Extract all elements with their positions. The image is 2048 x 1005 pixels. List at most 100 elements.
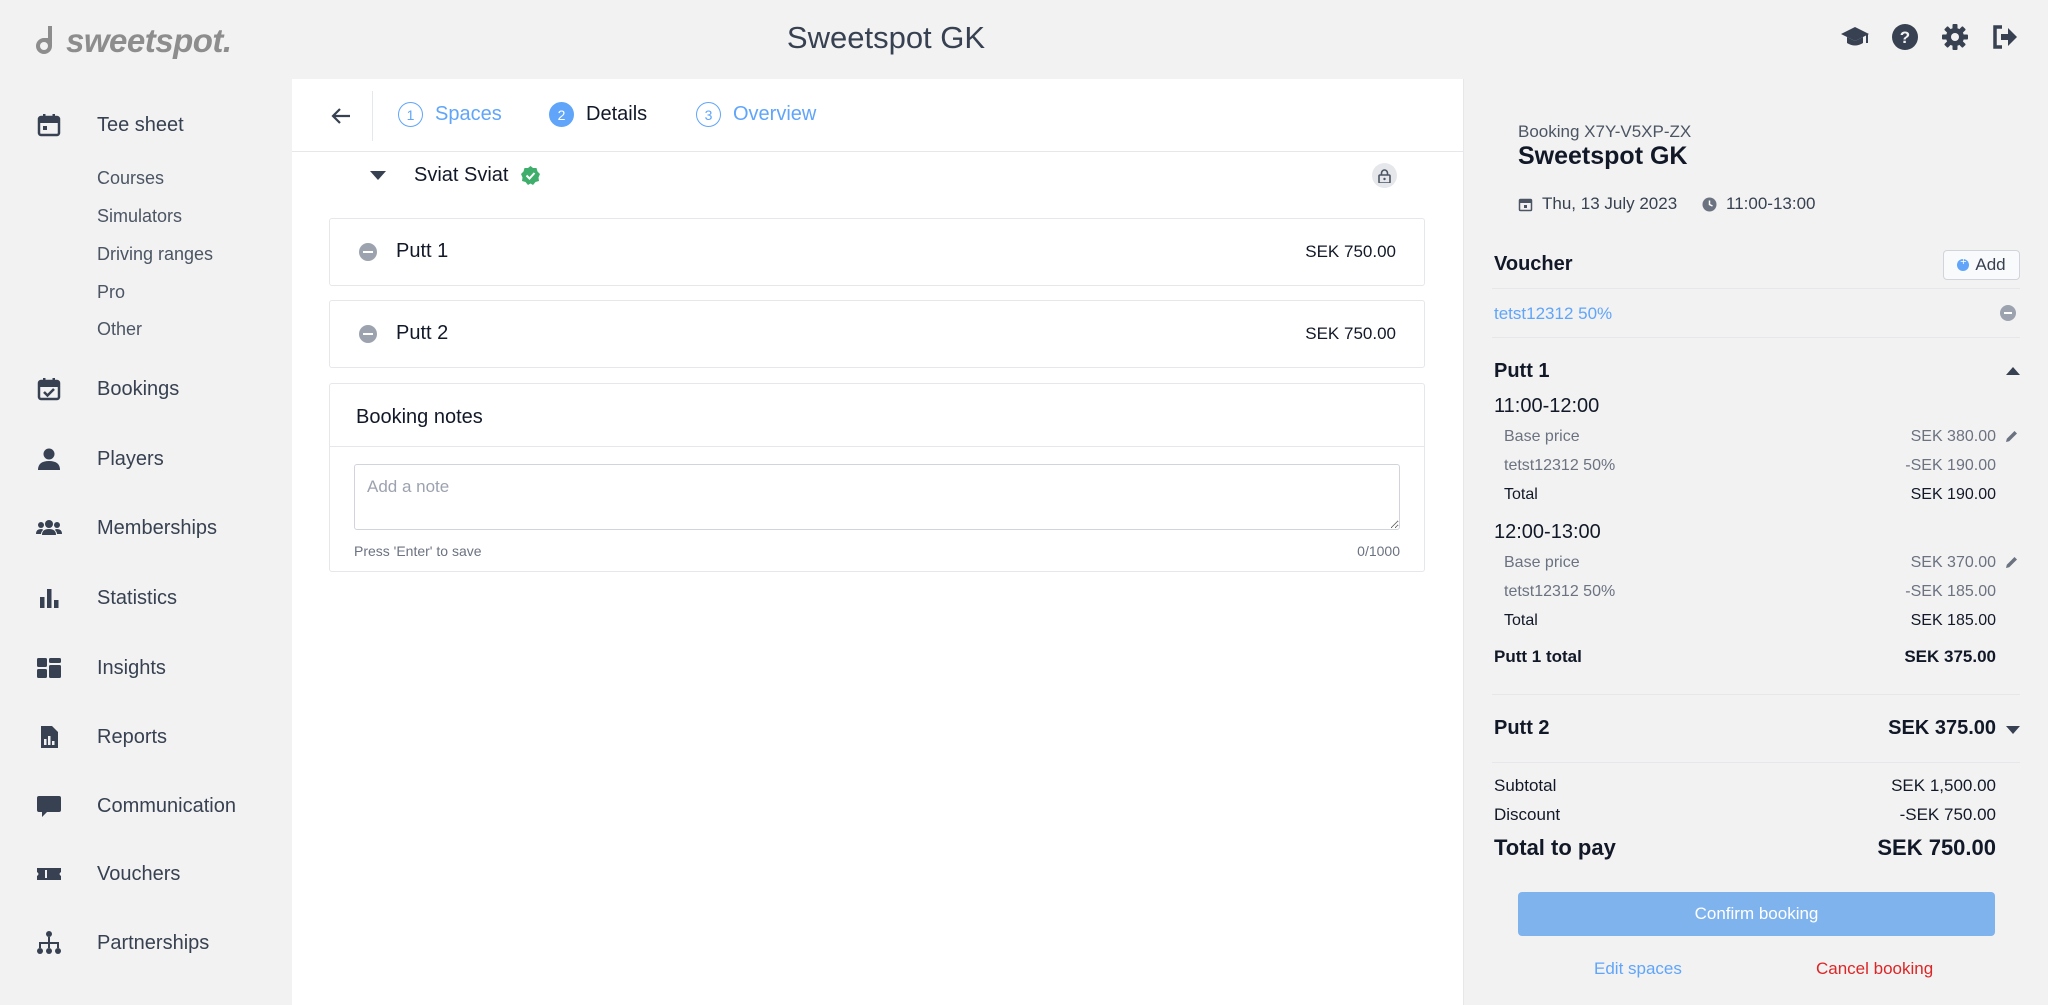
sidebar-item-insights[interactable]: Insights xyxy=(0,646,292,690)
base-price-label: Base price xyxy=(1504,554,1580,571)
calendar-icon xyxy=(1518,198,1533,211)
slot-total-label: Total xyxy=(1504,486,1538,503)
space-name: Putt 1 xyxy=(396,240,449,262)
step-number: 1 xyxy=(398,102,423,127)
notes-title: Booking notes xyxy=(356,406,483,428)
note-input[interactable] xyxy=(354,464,1400,530)
chat-icon xyxy=(36,793,62,819)
divider xyxy=(1492,762,2020,763)
discount-label: tetst12312 50% xyxy=(1504,457,1616,474)
applied-voucher-link[interactable]: tetst12312 50% xyxy=(1494,304,1612,324)
bar-chart-icon xyxy=(36,585,62,611)
slot-total-value: SEK 185.00 xyxy=(1910,612,1996,629)
tab-spaces[interactable]: 1 Spaces xyxy=(398,102,502,127)
cancel-booking-link[interactable]: Cancel booking xyxy=(1816,959,1933,979)
add-voucher-button[interactable]: Add xyxy=(1943,250,2020,280)
time-text: 11:00-13:00 xyxy=(1726,194,1816,213)
add-label: Add xyxy=(1975,255,2006,274)
slot-total-label: Total xyxy=(1504,612,1538,629)
slot-time: 11:00-12:00 xyxy=(1494,395,1600,417)
base-price-value: SEK 380.00 xyxy=(1910,428,1996,445)
remove-space-icon[interactable] xyxy=(359,325,377,343)
sidebar-item-partnerships[interactable]: Partnerships xyxy=(0,921,292,965)
player-row: Sviat Sviat xyxy=(370,164,541,187)
date-text: Thu, 13 July 2023 xyxy=(1542,194,1678,213)
divider xyxy=(1492,288,2020,289)
sidebar-item-tee-sheet[interactable]: Tee sheet xyxy=(0,103,292,147)
total-to-pay-value: SEK 750.00 xyxy=(1877,835,1996,860)
confirm-booking-button[interactable]: Confirm booking xyxy=(1518,892,1995,936)
logout-icon[interactable] xyxy=(1990,22,2020,52)
network-icon xyxy=(36,930,62,956)
voucher-title: Voucher xyxy=(1494,253,1573,275)
divider xyxy=(330,446,1424,447)
booking-date: Thu, 13 July 2023 xyxy=(1518,194,1677,214)
space-card: Putt 2 SEK 750.00 xyxy=(329,300,1425,368)
sidebar-item-vouchers[interactable]: Vouchers xyxy=(0,852,292,896)
sidebar-item-label: Memberships xyxy=(97,516,218,539)
booking-notes-card: Booking notes Press 'Enter' to save 0/10… xyxy=(329,383,1425,572)
subtotal-value: SEK 1,500.00 xyxy=(1891,776,1996,795)
base-price-value: SEK 370.00 xyxy=(1910,554,1996,571)
putt2-title: Putt 2 xyxy=(1494,717,1550,739)
step-label: Details xyxy=(586,103,648,125)
back-arrow-icon[interactable] xyxy=(328,103,354,129)
discount-value: -SEK 185.00 xyxy=(1905,583,1996,600)
svg-text:?: ? xyxy=(1900,28,1910,47)
tab-overview[interactable]: 3 Overview xyxy=(696,102,816,127)
page-title: Sweetspot GK xyxy=(786,20,986,55)
edit-price-icon[interactable] xyxy=(2004,555,2019,570)
settings-icon[interactable] xyxy=(1940,22,1970,52)
edit-price-icon[interactable] xyxy=(2004,429,2019,444)
clock-icon xyxy=(1702,197,1717,211)
putt1-total-value: SEK 375.00 xyxy=(1904,647,1996,666)
sidebar-subitem-courses[interactable]: Courses xyxy=(97,168,164,189)
sidebar-subitem-driving-ranges[interactable]: Driving ranges xyxy=(97,244,213,265)
graduation-cap-icon[interactable] xyxy=(1840,22,1870,52)
booking-id: Booking X7Y-V5XP-ZX xyxy=(1518,122,1692,141)
discount-value: -SEK 190.00 xyxy=(1905,457,1996,474)
remove-space-icon[interactable] xyxy=(359,243,377,261)
booking-summary-panel: Booking X7Y-V5XP-ZX Sweetspot GK Thu, 13… xyxy=(1463,79,2048,1005)
sidebar-subitem-pro[interactable]: Pro xyxy=(97,282,125,303)
sidebar-item-communication[interactable]: Communication xyxy=(0,784,292,828)
sidebar-item-memberships[interactable]: Memberships xyxy=(0,506,292,550)
booking-time: 11:00-13:00 xyxy=(1702,194,1815,214)
sidebar-subitem-other[interactable]: Other xyxy=(97,319,142,340)
sidebar-item-statistics[interactable]: Statistics xyxy=(0,576,292,620)
sidebar-item-label: Partnerships xyxy=(97,931,210,954)
calendar-icon xyxy=(36,112,62,138)
lock-icon xyxy=(1378,168,1391,183)
discount-label: tetst12312 50% xyxy=(1504,583,1616,600)
slot-time: 12:00-13:00 xyxy=(1494,521,1601,543)
discount-total-value: -SEK 750.00 xyxy=(1899,805,1996,824)
notes-char-count: 0/1000 xyxy=(1357,543,1400,559)
remove-voucher-icon[interactable] xyxy=(2000,305,2016,321)
sidebar-item-label: Vouchers xyxy=(97,862,181,885)
notes-hint: Press 'Enter' to save xyxy=(354,543,482,559)
divider xyxy=(372,91,373,141)
sidebar-item-bookings[interactable]: Bookings xyxy=(0,367,292,411)
step-label: Overview xyxy=(733,103,817,125)
sidebar-item-label: Communication xyxy=(97,794,236,817)
person-icon xyxy=(36,446,62,472)
lock-button[interactable] xyxy=(1372,163,1397,188)
verified-badge-icon xyxy=(521,166,541,185)
report-icon xyxy=(36,724,62,750)
calendar-check-icon xyxy=(36,376,62,402)
putt2-total: SEK 375.00 xyxy=(1888,717,1996,739)
sidebar: Tee sheet Courses Simulators Driving ran… xyxy=(0,79,292,1005)
expand-caret-icon[interactable] xyxy=(2006,726,2020,734)
sidebar-subitem-simulators[interactable]: Simulators xyxy=(97,206,182,227)
collapse-caret-icon[interactable] xyxy=(370,171,386,180)
edit-spaces-link[interactable]: Edit spaces xyxy=(1594,959,1682,979)
help-icon[interactable]: ? xyxy=(1890,22,1920,52)
discount-total-label: Discount xyxy=(1494,805,1561,824)
plus-icon xyxy=(1957,256,1970,271)
sidebar-item-reports[interactable]: Reports xyxy=(0,715,292,759)
sidebar-item-players[interactable]: Players xyxy=(0,437,292,481)
collapse-caret-icon[interactable] xyxy=(2006,367,2020,375)
space-name: Putt 2 xyxy=(396,322,449,344)
ticket-icon xyxy=(36,861,62,887)
tab-details[interactable]: 2 Details xyxy=(549,102,647,127)
